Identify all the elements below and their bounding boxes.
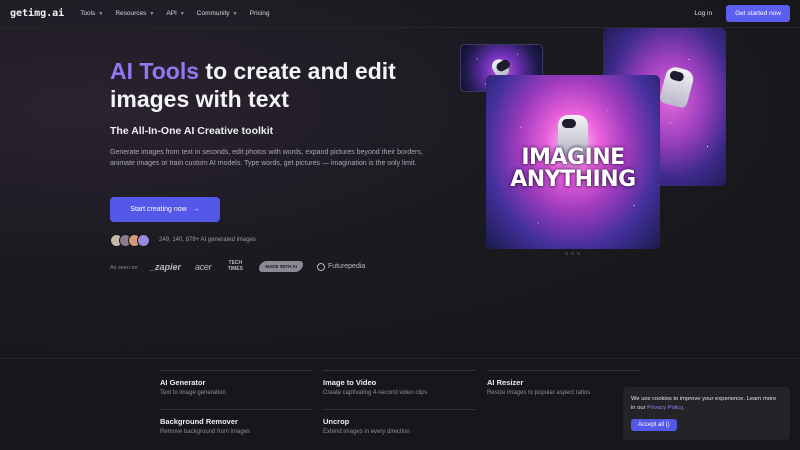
arrow-right-icon: →: [192, 206, 200, 213]
cookie-message: We use cookies to improve your experienc…: [631, 395, 782, 413]
top-navbar: getimg.ai Tools ▼ Resources ▼ API ▼ Comm…: [0, 0, 800, 28]
feature-divider: [160, 370, 313, 371]
feature-title: AI Resizer: [487, 378, 524, 387]
hero-title: AI Tools to create and edit images with …: [110, 57, 440, 113]
feature-background-remover[interactable]: Background Remover Remove background fro…: [160, 409, 313, 435]
chevron-down-icon: ▼: [179, 10, 185, 17]
avatar: [137, 234, 150, 247]
section-divider: [0, 358, 800, 359]
nav-item-api[interactable]: API ▼: [166, 10, 184, 17]
feature-title: Image to Video: [323, 378, 377, 387]
as-seen-on-label: As seen on: [110, 265, 138, 271]
futurepedia-logo: Futurepedia: [316, 262, 366, 271]
feature-divider: [323, 409, 476, 410]
feature-uncrop[interactable]: Uncrop Extend images in every direction: [323, 409, 476, 435]
privacy-policy-link[interactable]: Privacy Policy: [647, 405, 683, 411]
hero-subtitle: The All-In-One AI Creative toolkit: [110, 125, 274, 137]
feature-title: Background Remover: [160, 417, 238, 426]
nav-item-label: Resources: [115, 10, 147, 17]
tech-times-logo: TECH TIMES: [227, 260, 243, 272]
acer-logo: acer: [195, 261, 212, 272]
chevron-down-icon: ▼: [232, 10, 238, 17]
start-creating-button[interactable]: Start creating now →: [110, 197, 220, 222]
nav-item-label: Tools: [80, 10, 96, 17]
feature-description: Create captivating 4-second video clips: [323, 390, 428, 396]
feature-description: Remove background from images: [160, 429, 251, 435]
carousel-dot[interactable]: [565, 252, 568, 255]
nav-item-label: Community: [196, 10, 230, 17]
cookie-text-end: .: [682, 405, 685, 411]
showcase-image-main: IMAGINE ANYTHING: [486, 75, 660, 249]
feature-description: Extend images in every direction: [323, 429, 410, 435]
carousel-dot[interactable]: [571, 252, 574, 255]
logo[interactable]: getimg.ai: [10, 8, 64, 19]
futurepedia-icon: [316, 262, 325, 271]
made-with-ai-logo: MADE WITH AI: [259, 261, 303, 272]
nav-actions: Log in Get started now: [694, 5, 790, 22]
nav-item-tools[interactable]: Tools ▼: [80, 10, 103, 17]
nav-item-community[interactable]: Community ▼: [197, 10, 238, 17]
carousel-dots: [565, 252, 580, 255]
feature-divider: [487, 370, 640, 371]
feature-image-to-video[interactable]: Image to Video Create captivating 4-seco…: [323, 370, 476, 396]
feature-divider: [160, 409, 313, 410]
user-avatars: [110, 234, 150, 247]
start-creating-label: Start creating now: [130, 206, 187, 213]
get-started-button[interactable]: Get started now: [726, 5, 790, 22]
zapier-logo: _zapier: [150, 261, 182, 272]
feature-divider: [323, 370, 476, 371]
hero-description: Generate images from text in seconds, ed…: [110, 149, 423, 168]
feature-ai-resizer[interactable]: AI Resizer Resize images to popular aspe…: [487, 370, 640, 396]
generated-count: 249, 140, 879+ AI generated images: [159, 237, 256, 243]
chevron-down-icon: ▼: [98, 10, 104, 17]
accept-all-button[interactable]: Accept all (): [631, 419, 677, 431]
imagine-anything-text: IMAGINE ANYTHING: [510, 145, 636, 192]
feature-title: Uncrop: [323, 417, 350, 426]
nav-item-resources[interactable]: Resources ▼: [115, 10, 154, 17]
feature-description: Text to image generation: [160, 390, 226, 396]
feature-title: AI Generator: [160, 378, 206, 387]
nav-item-pricing[interactable]: Pricing: [250, 10, 270, 17]
hero-title-accent: AI Tools: [110, 58, 200, 84]
feature-description: Resize images to popular aspect ratios: [487, 390, 591, 396]
login-link[interactable]: Log in: [694, 10, 712, 17]
feature-ai-generator[interactable]: AI Generator Text to image generation: [160, 370, 313, 396]
press-logos: _zapier acer TECH TIMES MADE WITH AI Fut…: [150, 260, 366, 272]
nav-item-label: API: [166, 10, 177, 17]
nav-item-label: Pricing: [249, 10, 270, 17]
futurepedia-label: Futurepedia: [327, 263, 366, 270]
carousel-dot[interactable]: [577, 252, 580, 255]
cookie-banner: We use cookies to improve your experienc…: [623, 387, 790, 440]
chevron-down-icon: ▼: [149, 10, 155, 17]
